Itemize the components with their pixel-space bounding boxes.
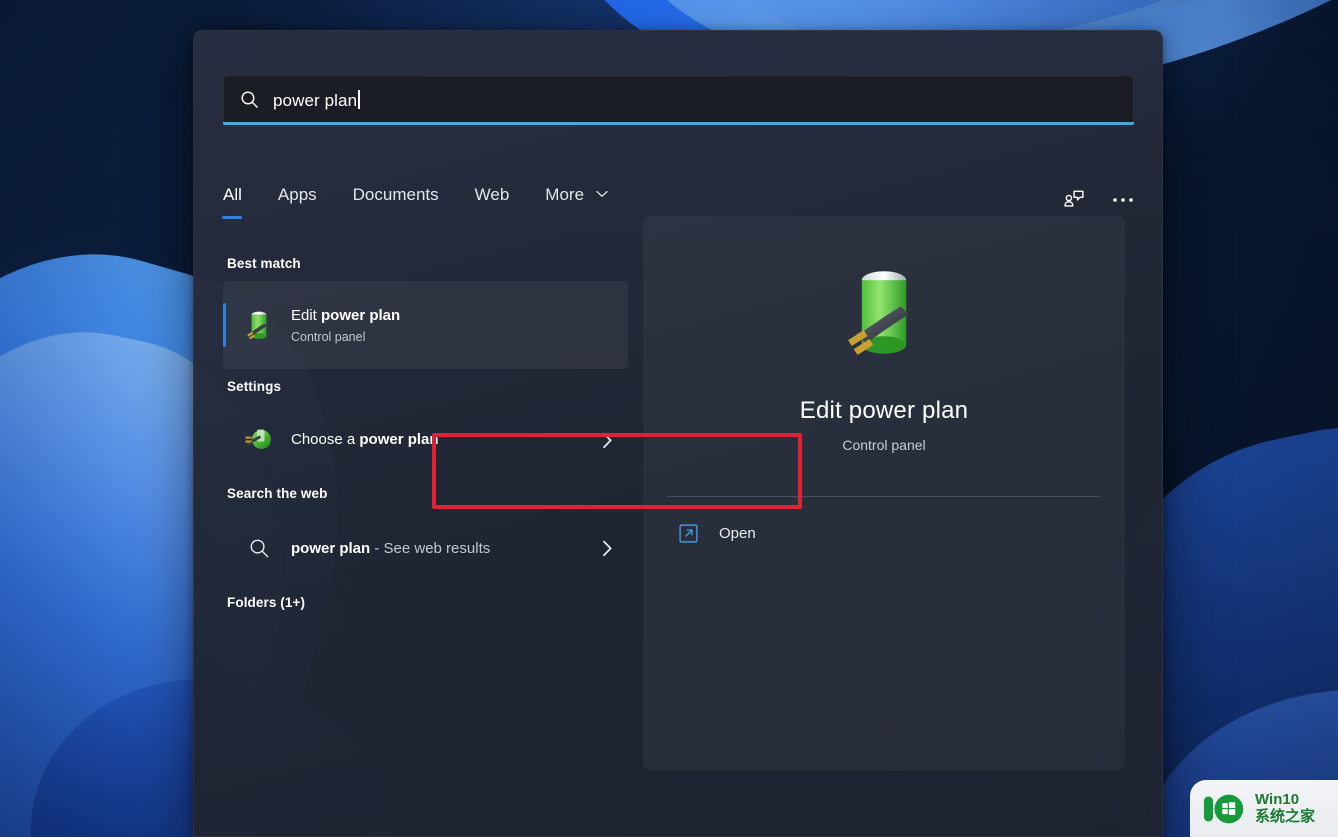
chevron-down-icon: [596, 183, 608, 203]
open-external-icon: [667, 523, 709, 544]
result-text-block: power plan - See web results: [291, 538, 586, 559]
section-header-search-the-web: Search the web: [227, 486, 328, 501]
preview-panel: Edit power plan Control panel Open: [643, 216, 1125, 771]
tab-all[interactable]: All: [222, 185, 243, 219]
win10-logo-icon: [1202, 792, 1248, 826]
search-input-value-wrap: power plan: [273, 87, 360, 111]
tab-documents[interactable]: Documents: [353, 185, 439, 215]
result-title-bold: power plan: [321, 307, 401, 324]
result-title-bold: power plan: [291, 539, 371, 557]
more-options-icon[interactable]: [1112, 197, 1134, 203]
watermark-line-1: Win10: [1255, 791, 1300, 809]
tab-more-label: More: [545, 185, 585, 204]
result-item-choose-a-power-plan[interactable]: Choose a power plan: [223, 404, 628, 476]
search-input-accent-underline: [223, 122, 1134, 125]
site-watermark: Win10 系统之家: [1190, 780, 1338, 837]
tab-more[interactable]: More: [545, 183, 608, 215]
search-flyout: power plan All Apps Documents Web More B…: [193, 30, 1163, 837]
tab-web[interactable]: Web: [475, 185, 510, 215]
tab-web-label: Web: [474, 185, 510, 204]
tab-documents-label: Documents: [352, 185, 439, 204]
feedback-icon[interactable]: [1061, 189, 1086, 212]
result-text-block: Edit power plan Control panel: [291, 306, 628, 344]
preview-action-open[interactable]: Open: [667, 523, 1101, 544]
result-title: power plan - See web results: [291, 540, 490, 557]
tab-apps-label: Apps: [277, 185, 317, 204]
result-title: Choose a power plan: [291, 431, 439, 448]
chevron-right-icon: [586, 540, 628, 557]
tab-apps[interactable]: Apps: [278, 185, 317, 215]
power-options-icon: [237, 425, 281, 455]
desktop-wallpaper: power plan All Apps Documents Web More B…: [0, 0, 1338, 837]
section-header-settings: Settings: [227, 379, 282, 394]
preview-divider: [667, 496, 1101, 497]
preview-action-label: Open: [719, 525, 756, 542]
search-results-list: Best match Edit power plan Control panel…: [223, 246, 628, 620]
preview-title: Edit power plan: [799, 397, 969, 424]
search-icon: [237, 538, 281, 559]
result-subtitle: Control panel: [291, 330, 366, 344]
preview-subtitle: Control panel: [842, 437, 926, 453]
preview-content: Edit power plan Control panel Open: [643, 216, 1125, 771]
search-input-value: power plan: [273, 91, 358, 110]
result-title-plain: Choose a: [291, 431, 360, 448]
search-input[interactable]: power plan: [223, 75, 1134, 123]
search-icon: [240, 90, 259, 109]
watermark-text: Win10 系统之家: [1255, 792, 1315, 825]
result-text-block: Choose a power plan: [291, 430, 586, 450]
battery-plug-icon: [237, 307, 281, 343]
result-item-edit-power-plan[interactable]: Edit power plan Control panel: [223, 281, 628, 369]
result-item-web-search[interactable]: power plan - See web results: [223, 511, 628, 585]
result-title: Edit power plan: [291, 307, 400, 324]
battery-plug-icon: [833, 258, 935, 371]
section-header-folders: Folders (1+): [227, 595, 306, 610]
text-caret: [358, 90, 360, 109]
chevron-right-icon: [586, 432, 628, 449]
tab-active-indicator: [222, 216, 243, 219]
section-header-best-match: Best match: [227, 256, 301, 271]
tab-all-label: All: [223, 185, 242, 204]
watermark-line-2: 系统之家: [1255, 807, 1316, 825]
result-title-bold: power plan: [359, 431, 439, 448]
selection-indicator: [223, 303, 226, 347]
result-title-plain: Edit: [291, 307, 322, 324]
result-title-muted: - See web results: [370, 539, 491, 557]
